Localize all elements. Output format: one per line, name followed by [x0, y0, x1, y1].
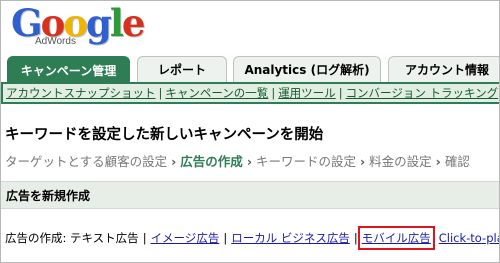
subnav-link-conversion-tracking[interactable]: コンバージョン トラッキング — [346, 85, 499, 101]
sub-navigation-links: アカウントスナップショット | キャンペーンの一覧 | 運用ツール | コンバー… — [3, 84, 499, 102]
step-create-ad-current: 広告の作成 — [180, 154, 243, 169]
tab-report[interactable]: レポート — [137, 56, 227, 82]
subnav-link-account-snapshot[interactable]: アカウントスナップショット — [6, 85, 156, 101]
logo-subtitle: AdWords — [35, 36, 76, 47]
subnav-link-campaign-list[interactable]: キャンペーンの一覧 — [165, 85, 268, 101]
step-arrow-icon: › — [246, 154, 252, 169]
tab-campaign-management[interactable]: キャンペーン管理 — [7, 56, 130, 84]
logo-letter: e — [121, 1, 146, 45]
wizard-steps: ターゲットとする顧客の設定 › 広告の作成 › キーワードの設定 › 料金の設定 › 確認 — [5, 151, 470, 170]
ad-type-prefix: 広告の作成: テキスト広告 — [5, 231, 139, 245]
google-adwords-logo[interactable]: Google AdWords — [11, 1, 146, 53]
tab-analytics[interactable]: Analytics (ログ解析) — [233, 56, 381, 82]
section-header-bar: 広告を新規作成 — [1, 181, 499, 209]
link-click-to-play[interactable]: Click-to-play — [439, 231, 499, 245]
logo-letter: l — [109, 1, 124, 45]
page-title: キーワードを設定した新しいキャンペーンを開始 — [5, 127, 324, 143]
separator: | — [338, 86, 343, 100]
ad-type-selector: 広告の作成: テキスト広告 | イメージ広告 | ローカル ビジネス広告 | モ… — [5, 226, 499, 250]
step-arrow-icon: › — [171, 154, 177, 169]
step-keywords: キーワードの設定 — [255, 154, 356, 169]
separator: | — [223, 231, 228, 245]
link-local-business-ad[interactable]: ローカル ビジネス広告 — [231, 230, 350, 246]
logo-wordmark: Google — [11, 1, 146, 45]
logo-letter: g — [85, 1, 112, 45]
separator: | — [142, 231, 147, 245]
step-arrow-icon: › — [359, 154, 366, 169]
tab-account-info[interactable]: アカウント情報 — [388, 56, 499, 82]
separator: | — [271, 86, 276, 100]
main-tabs: キャンペーン管理 レポート Analytics (ログ解析) アカウント情報 — [7, 56, 499, 84]
step-pricing: 料金の設定 — [369, 154, 432, 169]
sub-navigation: アカウントスナップショット | キャンペーンの一覧 | 運用ツール | コンバー… — [1, 82, 499, 104]
link-mobile-ad[interactable]: モバイル広告 — [357, 226, 435, 250]
step-confirm: 確認 — [444, 154, 470, 169]
section-title: 広告を新規作成 — [6, 189, 91, 203]
step-target-customers: ターゲットとする顧客の設定 — [5, 154, 168, 169]
separator: | — [353, 231, 358, 245]
link-image-ad[interactable]: イメージ広告 — [151, 230, 220, 246]
separator: | — [158, 86, 163, 100]
subnav-link-tools[interactable]: 運用ツール — [278, 85, 336, 101]
browser-frame: Google AdWords キャンペーン管理 レポート Analytics (… — [0, 0, 500, 263]
step-arrow-icon: › — [435, 154, 441, 169]
